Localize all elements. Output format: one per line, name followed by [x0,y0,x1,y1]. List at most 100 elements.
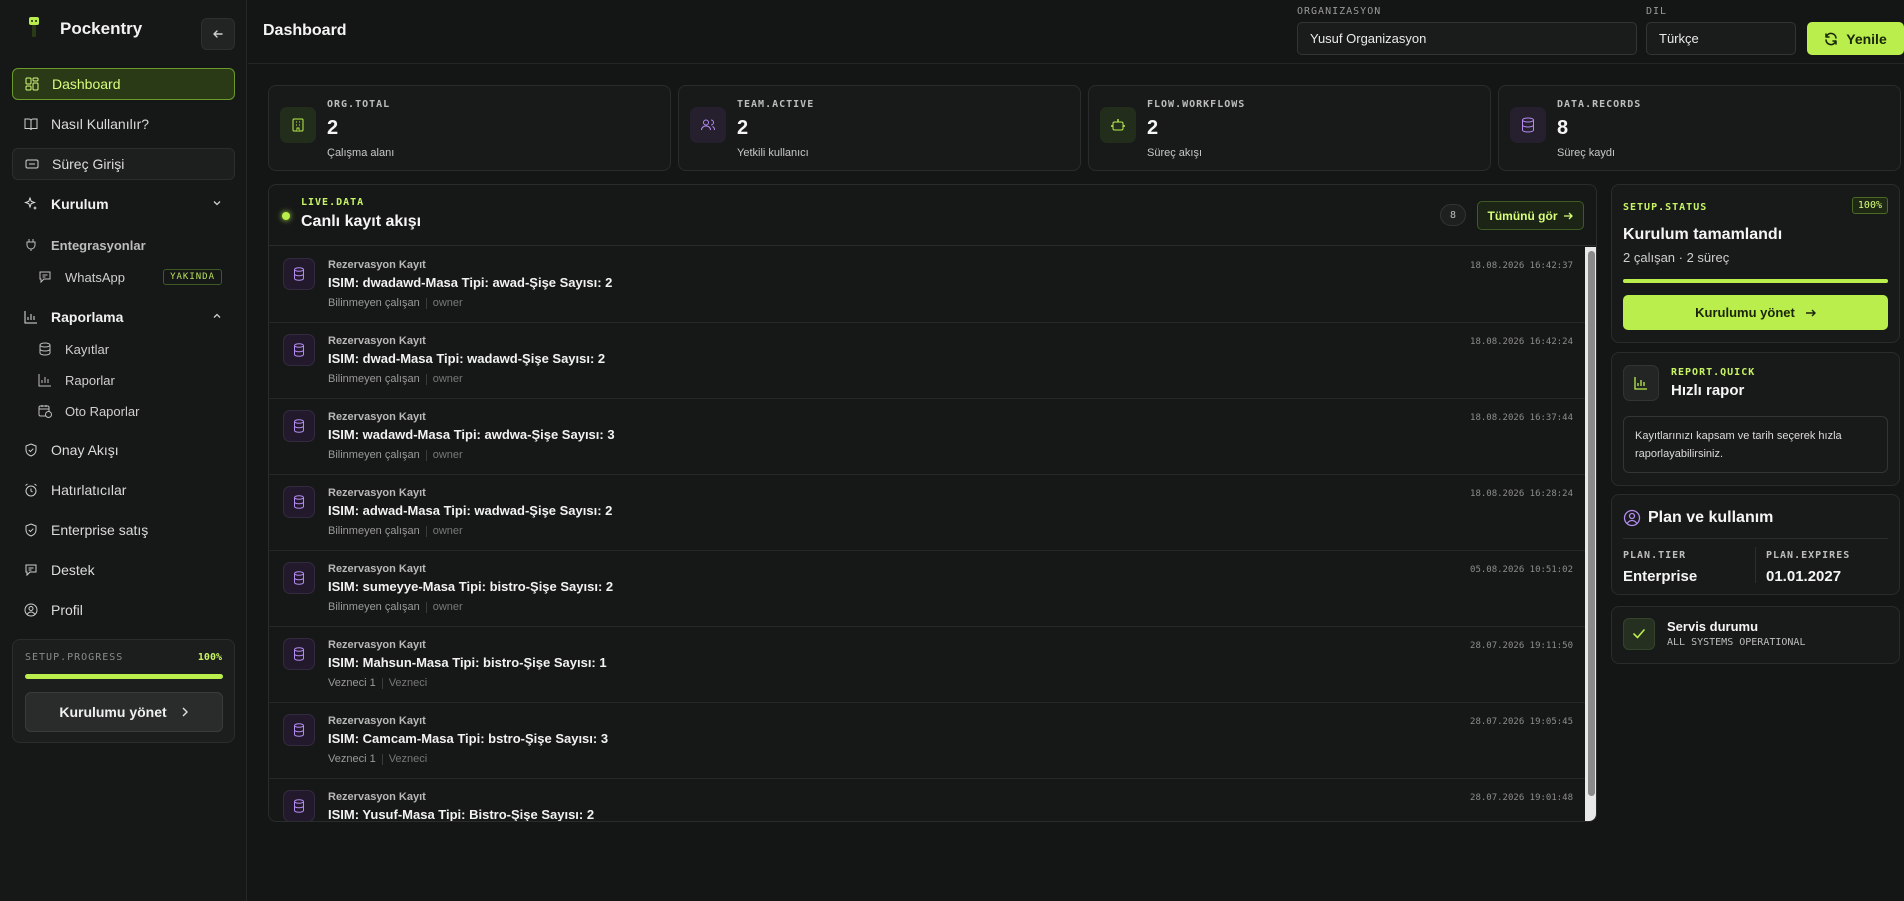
language-select[interactable]: Türkçe [1646,22,1796,55]
record-title: ISIM: Yusuf-Masa Tipi: Bistro-Şişe Sayıs… [328,807,595,822]
record-timestamp: 18.08.2026 16:42:24 [1470,337,1573,347]
record-timestamp: 28.07.2026 19:11:50 [1470,641,1573,651]
sidebar-item-reports[interactable]: Raporlar [28,364,235,396]
sidebar-item-reminders[interactable]: Hatırlatıcılar [12,474,235,506]
sidebar-item-label: Kurulum [51,196,109,212]
form-icon [24,156,40,172]
live-record-feed: LIVE.DATA Canlı kayıt akışı 8 Tümünü gör… [268,184,1597,822]
record-title: ISIM: adwad-Masa Tipi: wadwad-Şişe Sayıs… [328,503,613,518]
language-value: Türkçe [1659,31,1699,46]
stat-value: 8 [1557,117,1569,139]
calendar-clock-icon [37,403,53,419]
quick-report-title: Hızlı rapor [1671,382,1745,399]
sidebar-item-label: Nasıl Kullanılır? [51,116,150,132]
divider [381,677,383,689]
sidebar-item-process-entry[interactable]: Süreç Girişi [12,148,235,180]
setup-progress-label: SETUP.PROGRESS [25,652,124,663]
record-user: Bilinmeyen çalışan [328,297,420,309]
stat-key: DATA.RECORDS [1557,99,1642,110]
database-icon [37,341,53,357]
stat-card-team-active[interactable]: TEAM.ACTIVE 2 Yetkili kullanıcı [678,85,1081,171]
stat-value: 2 [1147,117,1159,139]
sidebar-item-label: Oto Raporlar [65,403,140,419]
divider [1755,547,1756,583]
users-icon [690,107,726,143]
stat-card-org-total[interactable]: ORG.TOTAL 2 Çalışma alanı [268,85,671,171]
dashboard-icon [24,76,40,92]
refresh-button[interactable]: Yenile [1807,22,1904,55]
table-row[interactable]: Rezervasyon Kayıt ISIM: Mahsun-Masa Tipi:… [269,627,1585,703]
feed-scrollbar[interactable] [1585,247,1596,821]
table-row[interactable]: Rezervasyon Kayıt ISIM: Yusuf-Masa Tipi: … [269,779,1585,822]
sidebar-item-whatsapp[interactable]: WhatsApp YAKINDA [28,261,235,293]
record-meta: Bilinmeyen çalışan owner [328,373,463,385]
user-circle-icon [1623,509,1641,527]
sidebar-item-dashboard[interactable]: Dashboard [12,68,235,100]
record-meta: Bilinmeyen çalışan owner [328,525,463,537]
record-role: Vezneci [388,677,428,689]
sidebar-item-enterprise-sales[interactable]: Enterprise satış [12,514,235,546]
plan-tier-label: PLAN.TIER [1623,550,1687,561]
record-type: Rezervasyon Kayıt [328,411,426,423]
manage-setup-button[interactable]: Kurulumu yönet [25,692,223,732]
sparkle-icon [23,196,39,212]
sidebar-item-how-to-use[interactable]: Nasıl Kullanılır? [12,108,235,140]
user-circle-icon [23,602,39,618]
sidebar-item-label: Entegrasyonlar [51,237,146,253]
quick-report-key: REPORT.QUICK [1671,367,1756,378]
sidebar: Pockentry Dashboard Nasıl Kullanılır? Sü… [0,0,247,901]
brand-logo-icon [25,17,43,41]
database-icon [283,562,315,594]
collapse-sidebar-button[interactable] [201,18,235,50]
database-icon [1510,107,1546,143]
record-role: owner [432,373,463,385]
table-row[interactable]: Rezervasyon Kayıt ISIM: Camcam-Masa Tipi:… [269,703,1585,779]
stat-card-flow-workflows[interactable]: FLOW.WORKFLOWS 2 Süreç akışı [1088,85,1491,171]
sidebar-group-reporting[interactable]: Raporlama [12,301,235,333]
database-icon [283,638,315,670]
setup-status-fill [1623,279,1888,283]
stat-card-data-records[interactable]: DATA.RECORDS 8 Süreç kaydı [1498,85,1901,171]
organization-select[interactable]: Yusuf Organizasyon [1297,22,1637,55]
refresh-icon [1825,32,1838,45]
sidebar-item-label: Onay Akışı [51,442,119,458]
setup-progress-fill [25,674,223,679]
feed-header: LIVE.DATA Canlı kayıt akışı 8 Tümünü gör [269,185,1596,246]
divider [425,449,427,461]
sidebar-item-integrations[interactable]: Entegrasyonlar [12,229,235,261]
table-row[interactable]: Rezervasyon Kayıt ISIM: sumeyye-Masa Tipi… [269,551,1585,627]
manage-setup-button[interactable]: Kurulumu yönet [1623,295,1888,330]
sidebar-item-records[interactable]: Kayıtlar [28,333,235,365]
record-type: Rezervasyon Kayıt [328,563,426,575]
see-all-button[interactable]: Tümünü gör [1477,201,1584,230]
quick-report-card[interactable]: REPORT.QUICK Hızlı rapor Kayıtlarınızı k… [1611,352,1900,486]
setup-status-subtitle: 2 çalışan · 2 süreç [1623,250,1730,265]
stat-key: ORG.TOTAL [327,99,391,110]
record-timestamp: 05.08.2026 10:51:02 [1470,565,1573,575]
record-timestamp: 28.07.2026 19:05:45 [1470,717,1573,727]
sidebar-item-auto-reports[interactable]: Oto Raporlar [28,395,235,427]
table-row[interactable]: Rezervasyon Kayıt ISIM: dwadawd-Masa Tipi… [269,247,1585,323]
divider [425,525,427,537]
quick-report-description: Kayıtlarınızı kapsam ve tarih seçerek hı… [1623,416,1888,473]
stat-sub: Çalışma alanı [327,147,395,159]
database-icon [283,410,315,442]
brand-name: Pockentry [60,19,143,38]
database-icon [283,714,315,746]
table-row[interactable]: Rezervasyon Kayıt ISIM: wadawd-Masa Tipi:… [269,399,1585,475]
stat-sub: Süreç kaydı [1557,147,1616,159]
bot-icon [1100,107,1136,143]
database-icon [283,790,315,821]
scrollbar-thumb[interactable] [1588,251,1595,796]
table-row[interactable]: Rezervasyon Kayıt ISIM: dwad-Masa Tipi: w… [269,323,1585,399]
sidebar-item-support[interactable]: Destek [12,554,235,586]
record-user: Bilinmeyen çalışan [328,373,420,385]
table-row[interactable]: Rezervasyon Kayıt ISIM: adwad-Masa Tipi: … [269,475,1585,551]
sidebar-item-approval-flow[interactable]: Onay Akışı [12,434,235,466]
brand[interactable]: Pockentry [25,17,142,41]
sidebar-item-profile[interactable]: Profil [12,594,235,626]
service-status-title: Servis durumu [1667,619,1759,634]
record-timestamp: 18.08.2026 16:28:24 [1470,489,1573,499]
sidebar-item-label: Raporlama [51,309,124,325]
sidebar-group-setup[interactable]: Kurulum [12,188,235,220]
